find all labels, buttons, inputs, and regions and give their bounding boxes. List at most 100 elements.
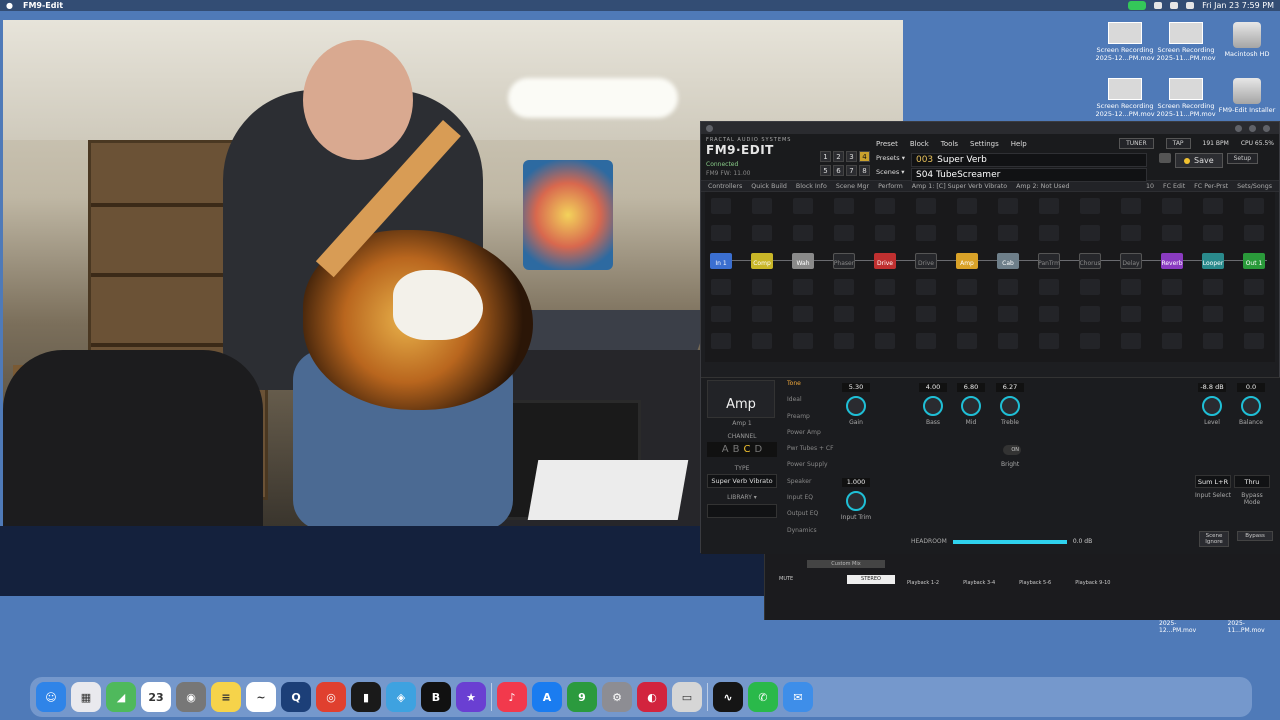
amp-type-selector[interactable]: Super Verb Vibrato [707,474,777,488]
tuner-button[interactable]: TUNER [1119,138,1154,149]
grid-cell[interactable] [711,225,731,241]
page-input-eq[interactable]: Input EQ [787,494,843,510]
block-pantrm[interactable]: PanTrm [1038,253,1060,269]
grid-cell[interactable] [1203,333,1223,349]
grid-cell[interactable] [957,198,977,214]
grid-cell[interactable] [752,225,772,241]
desktop-disk[interactable]: Macintosh HD [1216,22,1278,59]
page-output-eq[interactable]: Output EQ [787,510,843,526]
grid-cell[interactable] [752,279,772,295]
page-preamp[interactable]: Preamp [787,413,843,429]
menu-settings[interactable]: Settings [970,140,999,148]
grid-cell[interactable] [793,225,813,241]
grid-cell[interactable] [752,306,772,322]
grid-cell[interactable] [1080,279,1100,295]
grid-cell[interactable] [752,333,772,349]
red-app-icon[interactable]: ◐ [637,682,667,712]
app-icon[interactable]: ◈ [386,682,416,712]
active-app-name[interactable]: FM9-Edit [23,1,63,10]
stereo-button[interactable]: STEREO [847,575,895,584]
grid-cell[interactable] [1162,225,1182,241]
grid-cell[interactable] [916,225,936,241]
grid-cell[interactable] [1039,306,1059,322]
page-ideal[interactable]: Ideal [787,396,843,412]
grid-cell[interactable] [1244,279,1264,295]
activity-icon[interactable]: ▮ [351,682,381,712]
wifi-icon[interactable] [1170,2,1179,9]
window-titlebar[interactable] [701,122,1279,134]
status-icon[interactable] [1154,2,1163,9]
grid-cell[interactable] [875,333,895,349]
scene-ignore-button[interactable]: Scene Ignore [1199,531,1229,548]
desktop-file[interactable]: Screen Recording 2025-12...PM.mov [1094,22,1156,63]
grid-cell[interactable] [998,225,1018,241]
grid-cell[interactable] [1039,279,1059,295]
number-button[interactable]: 8 [859,165,870,176]
tab-scene-mgr[interactable]: Scene Mgr [836,183,869,190]
preset-selector[interactable]: 003 Super Verb [910,153,1147,167]
block-wah[interactable]: Wah [792,253,814,269]
tab-fc-edit[interactable]: FC Edit [1163,183,1185,190]
grid-cell[interactable] [711,306,731,322]
grid-cell[interactable] [1162,198,1182,214]
scene-selector[interactable]: S04 TubeScreamer [910,168,1147,182]
page-tone[interactable]: Tone [787,380,843,396]
launchpad-icon[interactable]: ▦ [71,682,101,712]
balance-control[interactable]: 0.0 Balance [1232,383,1270,426]
setup-button[interactable]: Setup [1226,153,1259,164]
number-button-selected[interactable]: 4 [859,151,870,162]
library-dropdown[interactable]: LIBRARY ▾ [707,494,777,501]
grid-cell[interactable] [957,225,977,241]
input-select[interactable]: Sum L+R Input Select [1195,475,1231,499]
grid-cell[interactable] [916,198,936,214]
grid-cell[interactable] [1039,333,1059,349]
grid-cell[interactable] [793,279,813,295]
block-chorus[interactable]: Chorus [1079,253,1101,269]
channel-b[interactable]: B [733,444,740,455]
window-close-icon[interactable] [706,124,713,132]
grid-cell[interactable] [875,306,895,322]
grid-cell[interactable] [1244,333,1264,349]
chrome-icon[interactable]: ◎ [316,682,346,712]
channel-c-active[interactable]: C [744,444,751,455]
grid-cell[interactable] [834,333,854,349]
nine-icon[interactable]: 9 [567,682,597,712]
grid-cell[interactable] [1039,198,1059,214]
block-comp[interactable]: Comp [751,253,773,269]
tab-sets-songs[interactable]: Sets/Songs [1237,183,1272,190]
bypass-mode-select[interactable]: Thru Bypass Mode [1234,475,1270,506]
calendar-icon[interactable]: 23 [141,682,171,712]
block-out-1[interactable]: Out 1 [1243,253,1265,269]
appstore-icon[interactable]: A [532,682,562,712]
page-power-supply[interactable]: Power Supply [787,461,843,477]
freeform-icon[interactable]: ~ [246,682,276,712]
grid-cell[interactable] [1244,306,1264,322]
window-maximize-icon[interactable] [1249,124,1256,132]
treble-control[interactable]: 6.27 Treble [991,383,1029,426]
grid-cell[interactable] [998,306,1018,322]
grid-cell[interactable] [875,225,895,241]
desktop-file[interactable]: Screen Recording 2025-11...PM.mov [1155,22,1217,63]
grid-cell[interactable] [834,306,854,322]
input-trim-control[interactable]: 1.000 Input Trim [837,478,875,521]
grid-cell[interactable] [1121,225,1141,241]
page-speaker[interactable]: Speaker [787,478,843,494]
music-icon[interactable]: ♪ [497,682,527,712]
desktop-file-label[interactable]: 2025-11...PM.mov [1228,620,1280,634]
channel-a[interactable]: A [722,444,729,455]
grid-cell[interactable] [1039,225,1059,241]
grid-cell[interactable] [1203,198,1223,214]
grid-cell[interactable] [998,198,1018,214]
grid-cell[interactable] [1162,333,1182,349]
grid-cell[interactable] [998,279,1018,295]
level-control[interactable]: -8.8 dB Level [1193,383,1231,426]
window-minimize-icon[interactable] [1235,124,1242,132]
number-button[interactable]: 2 [833,151,844,162]
grid-cell[interactable] [1121,198,1141,214]
grid-cell[interactable] [998,333,1018,349]
number-button[interactable]: 5 [820,165,831,176]
grid-cell[interactable] [752,198,772,214]
menu-help[interactable]: Help [1011,140,1027,148]
grid-cell[interactable] [1203,279,1223,295]
scenes-dropdown[interactable]: Scenes ▾ [876,168,905,176]
